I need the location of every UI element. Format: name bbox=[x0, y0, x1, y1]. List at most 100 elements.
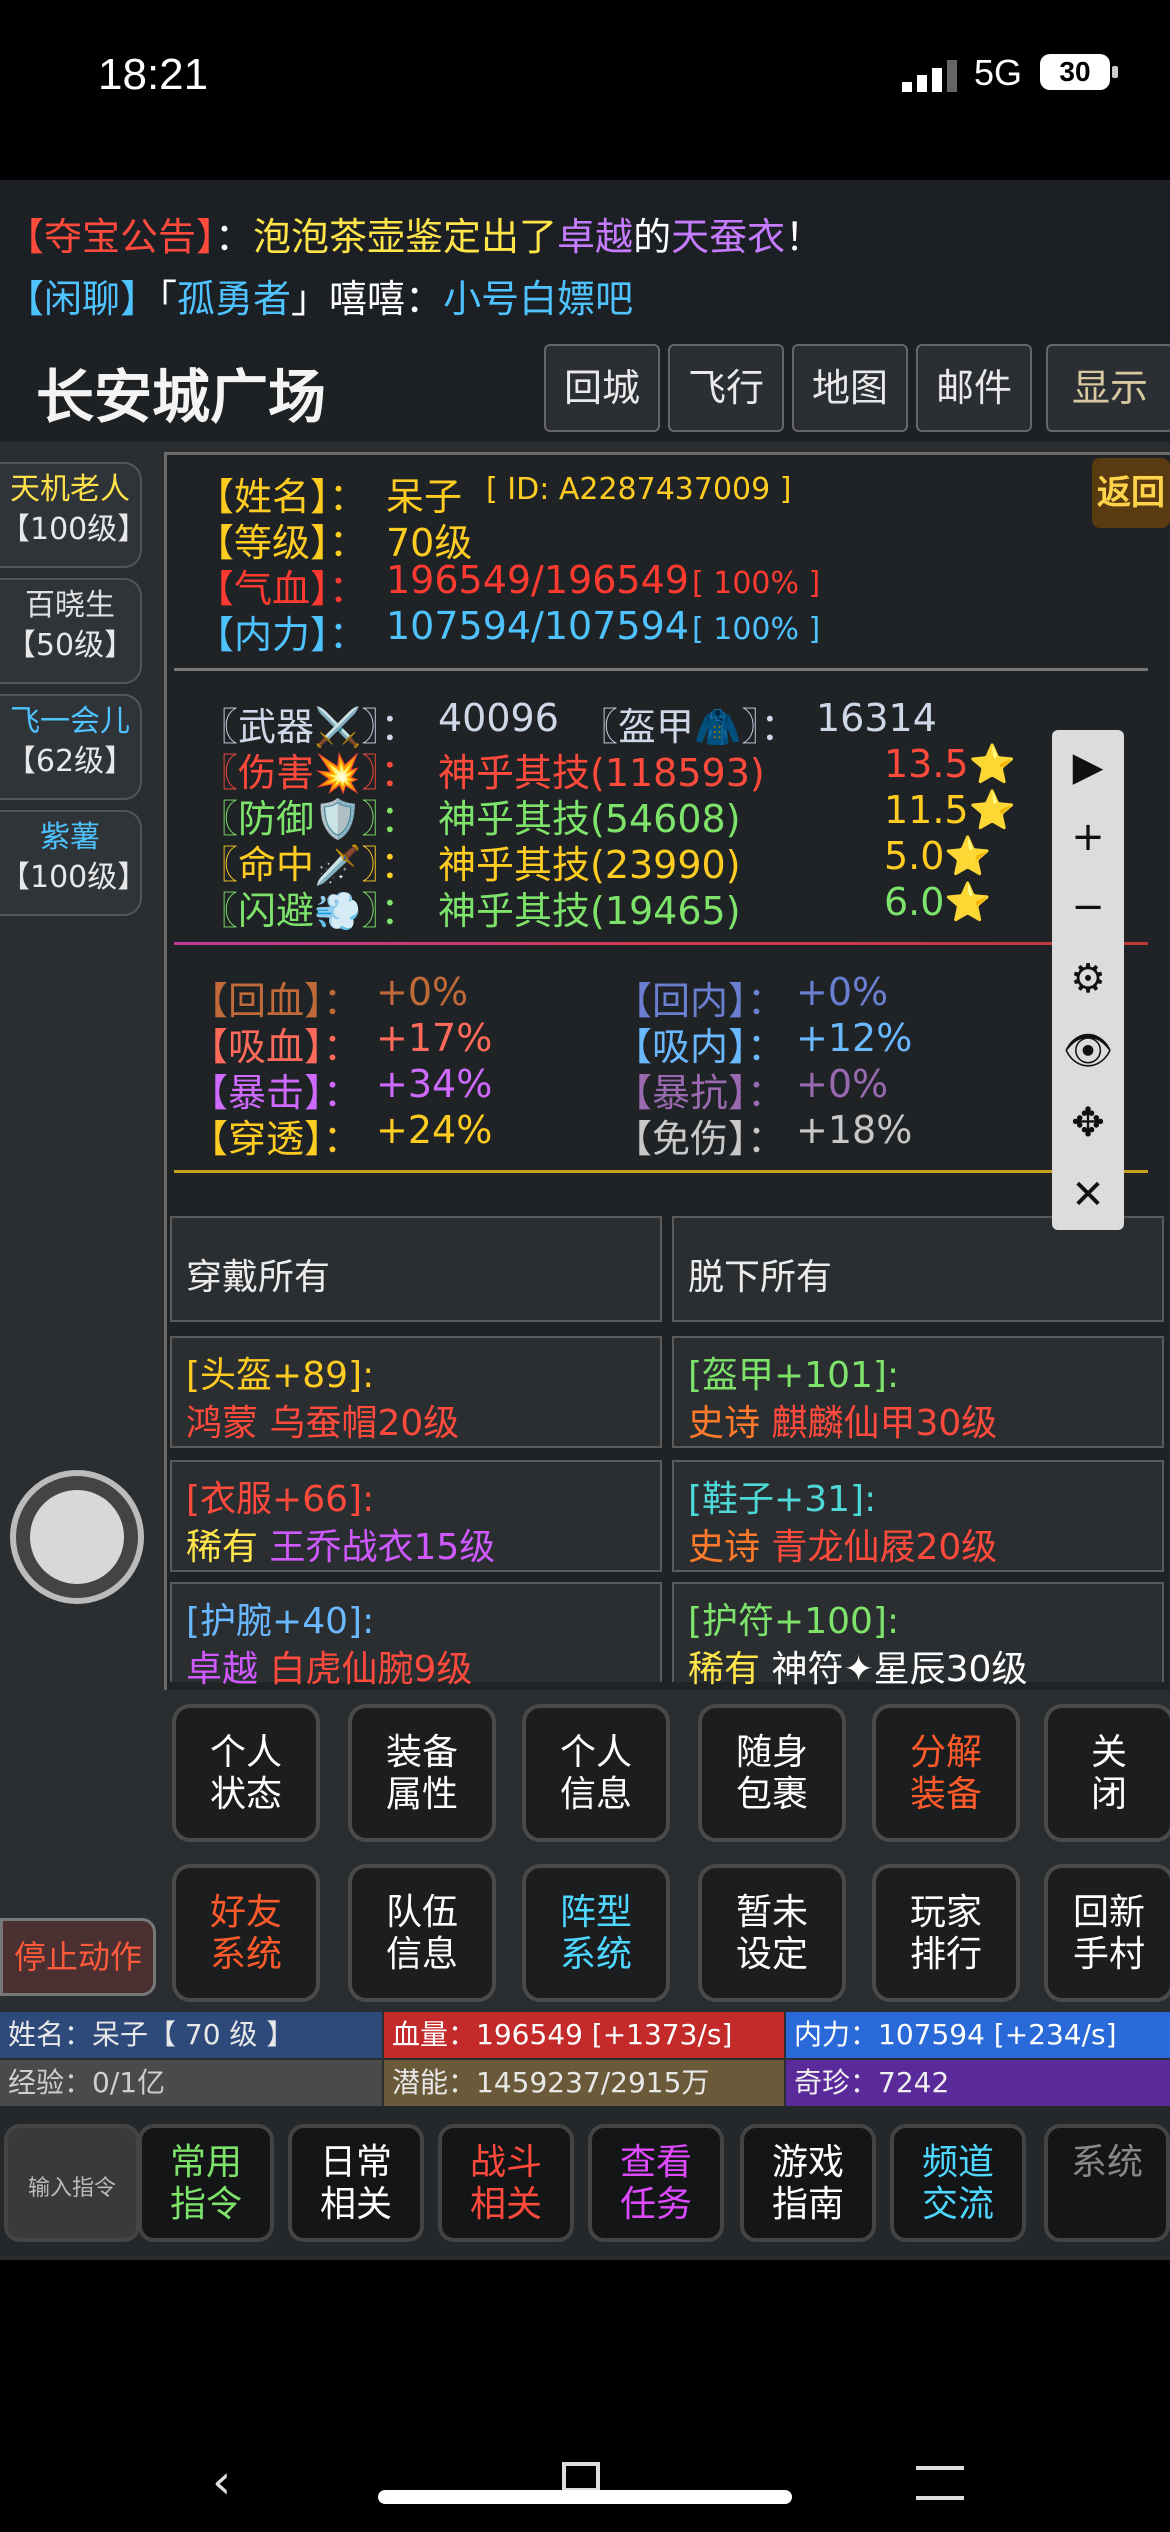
menu-button[interactable]: 阵型 系统 bbox=[522, 1864, 670, 2002]
gear-icon[interactable]: ⚙ bbox=[1052, 944, 1124, 1014]
joystick-knob[interactable] bbox=[30, 1490, 124, 1584]
menu-button[interactable]: 随身 包裹 bbox=[698, 1704, 846, 1842]
command-button[interactable]: 系统 bbox=[1044, 2124, 1170, 2242]
chat-segment: ： bbox=[405, 277, 444, 321]
npc-name: 百晓生 bbox=[25, 588, 115, 623]
command-label: 交流 bbox=[921, 2184, 994, 2225]
gear-rarity: 史诗 bbox=[688, 1527, 761, 1568]
menu-label: 系统 bbox=[209, 1934, 282, 1975]
return-city-button[interactable]: 回城 bbox=[544, 344, 660, 432]
menu-label: 手村 bbox=[1072, 1934, 1145, 1975]
mail-button[interactable]: 邮件 bbox=[916, 344, 1032, 432]
menu-label: 设定 bbox=[735, 1934, 808, 1975]
gear-rarity: 史诗 bbox=[688, 1403, 761, 1444]
command-button[interactable]: 游戏 指南 bbox=[740, 2124, 876, 2242]
treasure-bar: 奇珍：7242 bbox=[786, 2060, 1170, 2106]
command-button[interactable]: 日常 相关 bbox=[288, 2124, 424, 2242]
command-button[interactable]: 输入指令 bbox=[4, 2124, 140, 2242]
command-label: 查看 bbox=[619, 2142, 692, 2183]
menu-button[interactable]: 个人 状态 bbox=[172, 1704, 320, 1842]
menu-label: 包裹 bbox=[735, 1774, 808, 1815]
gear-slot-armor[interactable]: [盔甲+101]: 史诗 麒麟仙甲30级 bbox=[672, 1336, 1164, 1448]
stop-action-button[interactable]: 停止动作 bbox=[0, 1918, 156, 1996]
minus-icon[interactable]: − bbox=[1052, 872, 1124, 942]
attr-value: +0% bbox=[376, 970, 469, 1014]
gear-item-name: 青龙仙屐20级 bbox=[771, 1527, 998, 1568]
home-indicator[interactable] bbox=[378, 2490, 792, 2504]
remove-all-button[interactable]: 脱下所有 bbox=[672, 1216, 1164, 1322]
hp-percent: [ 100% ] bbox=[692, 566, 821, 601]
menu-button[interactable]: 分解 装备 bbox=[872, 1704, 1020, 1842]
gear-slot-clothes[interactable]: [衣服+66]: 稀有 王乔战衣15级 bbox=[170, 1460, 662, 1572]
npc-button[interactable]: 飞一会儿 【62级】 bbox=[0, 694, 142, 800]
command-label: 日常 bbox=[319, 2142, 392, 2183]
gear-rarity: 稀有 bbox=[688, 1649, 761, 1690]
menu-button[interactable]: 好友 系统 bbox=[172, 1864, 320, 2002]
chat-segment: 的 bbox=[633, 215, 672, 259]
menu-button[interactable]: 队伍 信息 bbox=[348, 1864, 496, 2002]
gear-item: 稀有 神符✦星辰30级 bbox=[688, 1640, 1027, 1692]
command-button[interactable]: 常用 指令 bbox=[138, 2124, 274, 2242]
menu-button[interactable]: 玩家 排行 bbox=[872, 1864, 1020, 2002]
battery-icon: 30 bbox=[1040, 54, 1110, 90]
close-icon[interactable]: ✕ bbox=[1052, 1160, 1124, 1230]
menu-label: 关 bbox=[1090, 1732, 1127, 1773]
return-badge[interactable]: 返回 bbox=[1092, 458, 1170, 528]
skill-stars: 13.5⭐ bbox=[884, 742, 1016, 786]
command-label: 任务 bbox=[619, 2184, 692, 2225]
potential-bar: 潜能：1459237/2915万 bbox=[384, 2060, 784, 2106]
mp-label: 【内力】： bbox=[196, 613, 368, 657]
divider bbox=[174, 668, 1148, 671]
wear-all-button[interactable]: 穿戴所有 bbox=[170, 1216, 662, 1322]
chat-segment: 【闲聊】 bbox=[6, 277, 159, 321]
command-label: 常用 bbox=[169, 2142, 242, 2183]
move-icon[interactable]: ✥ bbox=[1052, 1088, 1124, 1158]
home-square-icon[interactable] bbox=[562, 2462, 600, 2492]
map-button[interactable]: 地图 bbox=[792, 344, 908, 432]
eye-icon[interactable]: 👁 bbox=[1052, 1016, 1124, 1086]
menu-label: 随身 bbox=[735, 1732, 808, 1773]
gear-slot-charm[interactable]: [护符+100]: 稀有 神符✦星辰30级 bbox=[672, 1582, 1164, 1690]
back-icon[interactable]: ‹ bbox=[212, 2454, 231, 2510]
command-label: 相关 bbox=[469, 2184, 542, 2225]
menu-label: 阵型 bbox=[559, 1892, 632, 1933]
menu-label: 分解 bbox=[909, 1732, 982, 1773]
npc-button[interactable]: 百晓生 【50级】 bbox=[0, 578, 142, 684]
hp-value: 196549/196549 bbox=[386, 558, 689, 602]
gear-slot-shoes[interactable]: [鞋子+31]: 史诗 青龙仙屐20级 bbox=[672, 1460, 1164, 1572]
command-button[interactable]: 频道 交流 bbox=[890, 2124, 1026, 2242]
menu-button[interactable]: 暂未 设定 bbox=[698, 1864, 846, 2002]
menu-button[interactable]: 关闭 bbox=[1044, 1704, 1170, 1842]
gear-slot-helmet[interactable]: [头盔+89]: 鸿蒙 乌蚕帽20级 bbox=[170, 1336, 662, 1448]
menu-label: 队伍 bbox=[385, 1892, 458, 1933]
mp-percent: [ 100% ] bbox=[692, 612, 821, 647]
menu-label: 回新 bbox=[1072, 1892, 1145, 1933]
menu-label: 状态 bbox=[209, 1774, 282, 1815]
command-button[interactable]: 战斗 相关 bbox=[438, 2124, 574, 2242]
gear-item: 史诗 麒麟仙甲30级 bbox=[688, 1394, 997, 1446]
npc-button[interactable]: 紫薯 【100级】 bbox=[0, 810, 147, 916]
command-button[interactable]: 查看 任务 bbox=[588, 2124, 724, 2242]
chat-segment: 天蚕衣 bbox=[671, 215, 786, 259]
divider bbox=[174, 942, 1148, 945]
menu-lines-icon[interactable] bbox=[916, 2466, 964, 2500]
menu-button[interactable]: 回新 手村 bbox=[1044, 1864, 1170, 2002]
fly-button[interactable]: 飞行 bbox=[668, 344, 784, 432]
menu-button[interactable]: 装备 属性 bbox=[348, 1704, 496, 1842]
gear-rarity: 鸿蒙 bbox=[186, 1403, 259, 1444]
hp-bar: 血量：196549 [+1373/s] bbox=[384, 2012, 784, 2058]
plus-icon[interactable]: + bbox=[1052, 802, 1124, 872]
gear-slot-bracer[interactable]: [护腕+40]: 卓越 白虎仙腕9级 bbox=[170, 1582, 662, 1690]
npc-button[interactable]: 天机老人 【100级】 bbox=[0, 462, 147, 568]
menu-label: 个人 bbox=[209, 1732, 282, 1773]
menu-button[interactable]: 个人 信息 bbox=[522, 1704, 670, 1842]
npc-level: 【62级】 bbox=[5, 744, 135, 779]
gear-slot-label: [衣服+66]: bbox=[186, 1479, 375, 1520]
command-label: 输入指令 bbox=[27, 2176, 116, 2201]
attr-value: +24% bbox=[376, 1108, 493, 1152]
play-icon[interactable]: ▶ bbox=[1052, 732, 1124, 802]
command-label: 指南 bbox=[771, 2184, 844, 2225]
chat-segment: 【夺宝公告】 bbox=[6, 215, 216, 259]
exp-bar: 经验：0/1亿 bbox=[0, 2060, 382, 2106]
display-button[interactable]: 显示 bbox=[1046, 344, 1170, 432]
